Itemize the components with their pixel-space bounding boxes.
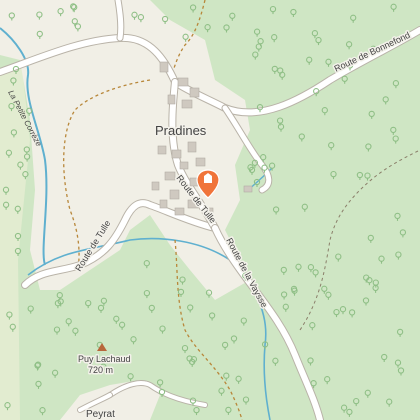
summit-name: Puy Lachaud bbox=[78, 354, 131, 364]
place-name-pradines: Pradines bbox=[155, 123, 207, 138]
summit-elevation: 720 m bbox=[88, 365, 113, 375]
place-name-peyrat: Peyrat bbox=[86, 409, 115, 420]
map-canvas[interactable]: Route de Bonnefond Route de Tulle Route … bbox=[0, 0, 420, 420]
